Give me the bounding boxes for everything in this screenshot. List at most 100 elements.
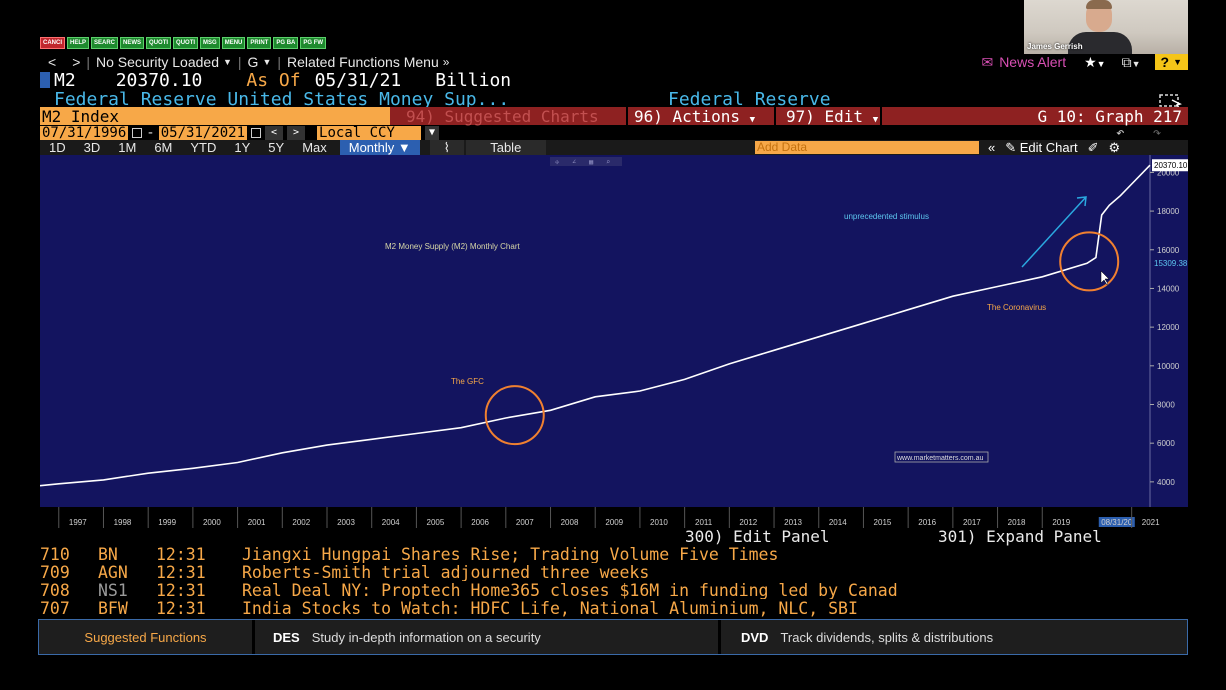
quick-button[interactable]: PRINT (247, 37, 272, 49)
period-toolbar: 1D 3D 1M 6M YTD 1Y 5Y Max Monthly ▼ ⌇ Table Add… (40, 139, 1188, 156)
period-button[interactable]: 1D (40, 140, 75, 155)
suggested-charts-button[interactable]: 94) Suggested Charts (390, 107, 626, 126)
quick-button[interactable]: QUOTI (173, 37, 199, 49)
selection-marker (40, 72, 50, 88)
x-tick-label: 2004 (382, 518, 400, 527)
news-num: 707 (40, 599, 70, 617)
y-tick-label: 10000 (1157, 362, 1180, 371)
security-header: M2 20370.10 As Of 05/31/21 Billion (40, 70, 511, 91)
star-icon[interactable]: ★▼ (1084, 54, 1105, 71)
gear-icon[interactable]: ⚙ (1108, 140, 1120, 156)
news-tm: 12:31 (156, 563, 206, 581)
quick-button[interactable]: HELP (67, 37, 90, 49)
last-value-label: 20370.10 (1154, 161, 1188, 170)
redo-icon[interactable]: ↷ (1153, 125, 1161, 141)
y-tick-label: 16000 (1157, 246, 1180, 255)
news-item[interactable]: 709 AGN 12:31 Roberts-Smith trial adjourned… (40, 563, 1188, 581)
news-item[interactable]: 707 BFW 12:31 India Stocks to Watch: HDFC L… (40, 599, 1188, 617)
nav-separator: | (86, 54, 91, 70)
x-tick-label: 2021 (1142, 518, 1160, 527)
x-tick-label: 2016 (918, 518, 936, 527)
g-dropdown[interactable]: G ▼ (248, 54, 272, 70)
news-hl: Roberts-Smith trial adjourned three week… (242, 563, 650, 581)
screenshot-icon[interactable] (1158, 92, 1182, 108)
calendar-icon[interactable] (251, 128, 262, 138)
x-tick-label: 2015 (874, 518, 892, 527)
news-tm: 12:31 (156, 581, 206, 599)
envelope-icon: ✉ (981, 53, 994, 70)
currency-dropdown[interactable]: Local CCY (317, 126, 422, 140)
add-data-input[interactable]: Add Data (755, 141, 979, 154)
date-range-row: 07/31/1996 - 05/31/2021 < > Local CCY ▼ (40, 125, 440, 141)
help-button[interactable]: ? ▼ (1154, 54, 1188, 70)
draw-icon[interactable]: ✐ (1088, 140, 1099, 156)
quick-button[interactable]: CANCI (40, 37, 65, 49)
news-item[interactable]: 710 BN 12:31 Jiangxi Hungpai Shares Rise; T… (40, 545, 1188, 563)
edit-chart-button[interactable]: ✎ Edit Chart (1005, 140, 1077, 156)
double-chevron-down-icon: » (442, 55, 450, 69)
quick-button-bar: CANCI HELP SEARC NEWS QUOTI QUOTI MSG MENU PRINT… (40, 37, 327, 49)
frequency-dropdown[interactable]: Monthly ▼ (339, 140, 420, 155)
forward-button[interactable]: > (72, 54, 80, 70)
collapse-icon[interactable]: « (988, 140, 995, 155)
gfc-circle (484, 385, 545, 446)
dvd-function-link[interactable]: DVD Track dividends, splits & distributi… (721, 620, 1187, 654)
quick-button[interactable]: QUOTI (146, 37, 172, 49)
news-num: 709 (40, 563, 70, 581)
period-button[interactable]: 1Y (225, 140, 259, 155)
period-button[interactable]: 1M (109, 140, 145, 155)
quick-button[interactable]: MENU (221, 37, 246, 49)
news-alert-button[interactable]: ✉ News Alert (981, 54, 1066, 71)
security-dropdown[interactable]: No Security Loaded ▼ (96, 54, 232, 70)
edit-menu[interactable]: 97) Edit ▼ (776, 107, 880, 126)
news-src: AGN (98, 563, 128, 581)
news-num: 708 (40, 581, 70, 599)
quick-button[interactable]: PG FW (300, 37, 327, 49)
stimulus-arrow (1021, 196, 1087, 268)
quick-button[interactable]: NEWS (120, 37, 145, 49)
y-tick-label: 12000 (1157, 323, 1180, 332)
news-src: NS1 (98, 581, 128, 599)
pencil-icon: ✎ (1005, 139, 1017, 155)
x-tick-label: 2010 (650, 518, 668, 527)
window-icon[interactable]: ⧉▼ (1122, 54, 1141, 71)
end-date-input[interactable]: 05/31/2021 (158, 126, 248, 140)
period-button[interactable]: Max (293, 140, 336, 155)
period-button[interactable]: 5Y (259, 140, 293, 155)
x-tick-label: 2014 (829, 518, 847, 527)
period-button[interactable]: 6M (145, 140, 181, 155)
previous-arrow-button[interactable]: < (265, 126, 284, 140)
table-button[interactable]: Table (465, 140, 546, 155)
chart-title: M2 Money Supply (M2) Monthly Chart (385, 242, 520, 251)
series-line (40, 164, 1151, 487)
start-date-input[interactable]: 07/31/1996 (40, 126, 129, 140)
edit-chart-label: Edit Chart (1019, 139, 1078, 155)
panel-controls: 300) Edit Panel 301) Expand Panel (40, 527, 1188, 546)
edit-chart-controls: « ✎ Edit Chart ✐ ⚙ (988, 140, 1120, 156)
back-button[interactable]: < (48, 54, 56, 70)
annotation-gfc: The GFC (451, 377, 484, 386)
quick-button[interactable]: SEARC (91, 37, 119, 49)
actions-menu[interactable]: 96) Actions ▼ (628, 107, 774, 126)
line-chart-icon[interactable]: ⌇ (429, 139, 464, 156)
m2-line-chart[interactable]: 4000 6000 8000 10000 12000 14000 16000 18000 200… (40, 155, 1188, 528)
suggested-functions-bar: Suggested Functions DES Study in-depth i… (38, 619, 1188, 655)
chart-area[interactable]: 4000 6000 8000 10000 12000 14000 16000 18000 200… (40, 155, 1188, 528)
news-item[interactable]: 708 NS1 12:31 Real Deal NY: Proptech Home36… (40, 581, 1188, 599)
period-button[interactable]: YTD (181, 140, 225, 155)
next-arrow-button[interactable]: > (287, 126, 306, 140)
quick-button[interactable]: MSG (200, 37, 220, 49)
security-dropdown-label: No Security Loaded (96, 54, 219, 70)
webcam-name: James Gerrish (1027, 42, 1083, 51)
related-functions-label: Related Functions Menu (287, 54, 439, 70)
edit-panel-button[interactable]: 300) Edit Panel (685, 527, 830, 546)
index-field[interactable]: M2 Index (40, 107, 390, 126)
expand-panel-button[interactable]: 301) Expand Panel (938, 527, 1102, 546)
chevron-down-icon[interactable]: ▼ (425, 126, 440, 140)
quick-button[interactable]: PG BA (273, 37, 299, 49)
calendar-icon[interactable] (132, 128, 143, 138)
nav-separator: | (237, 54, 242, 70)
des-function-link[interactable]: DES Study in-depth information on a secu… (255, 620, 721, 654)
related-functions-menu[interactable]: Related Functions Menu » (287, 54, 449, 70)
period-button[interactable]: 3D (75, 140, 110, 155)
